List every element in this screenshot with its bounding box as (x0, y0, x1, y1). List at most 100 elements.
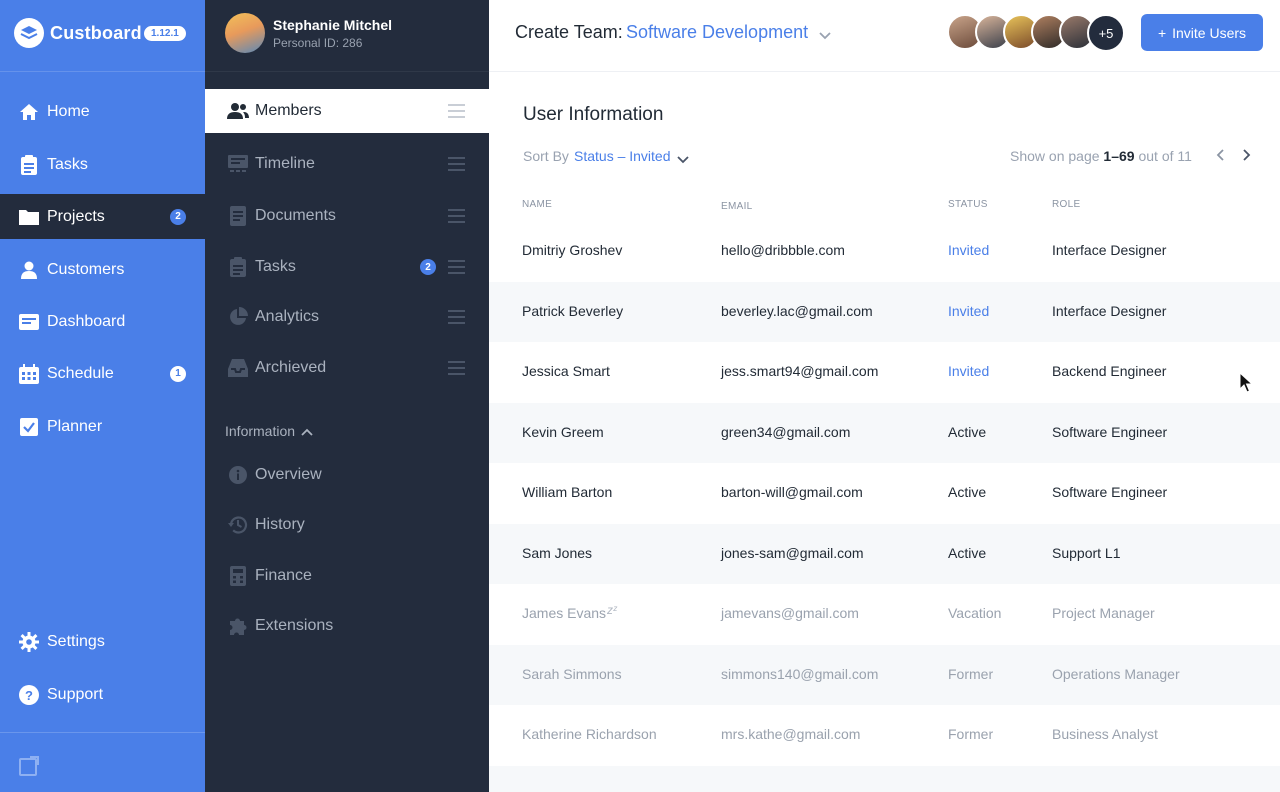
email-cell: jones-sam@gmail.com (721, 545, 864, 561)
status-cell: Invited (948, 363, 990, 379)
table-row[interactable] (489, 766, 1280, 792)
sidebar-item-tasks[interactable]: Tasks (0, 142, 205, 187)
sidebar-item-dashboard[interactable]: Dashboard (0, 299, 205, 344)
help-icon: ? (18, 684, 40, 706)
sidebar-item-label: Schedule (47, 364, 114, 382)
email-cell: green34@gmail.com (721, 424, 851, 440)
status-cell: Vacation (948, 605, 1002, 621)
user-name-cell: Kevin Greem (522, 424, 604, 440)
subnav-item-label: Finance (255, 567, 312, 584)
gear-icon (18, 631, 40, 653)
status-cell: Active (948, 484, 987, 500)
calculator-icon (227, 565, 249, 587)
information-section-toggle[interactable]: Information (225, 423, 313, 439)
sort-dropdown[interactable]: Status – Invited (574, 148, 671, 164)
role-cell: Interface Designer (1052, 242, 1167, 258)
mouse-cursor-icon (1239, 371, 1254, 394)
page-title: User Information (523, 104, 664, 125)
role-cell: Software Engineer (1052, 424, 1168, 440)
subnav-item-label: Documents (255, 207, 336, 224)
subnav-item-label: Timeline (255, 155, 315, 172)
count-badge: 2 (170, 208, 186, 225)
subnav-item-members[interactable]: Members (205, 89, 489, 133)
divider (0, 732, 205, 733)
column-header-role[interactable]: ROLE (1052, 199, 1080, 210)
table-row[interactable]: Sarah Simmons simmons140@gmail.com Forme… (489, 645, 1280, 705)
dashboard-icon (18, 311, 40, 333)
sort-label: Sort By (523, 148, 569, 164)
column-header-status[interactable]: STATUS (948, 199, 988, 210)
sidebar-item-schedule[interactable]: Schedule 1 (0, 351, 205, 396)
sidebar-item-home[interactable]: Home (0, 89, 205, 134)
drag-handle-icon[interactable] (448, 209, 465, 223)
sidebar-item-support[interactable]: ? Support (0, 672, 205, 717)
invite-users-button[interactable]: + Invite Users (1141, 14, 1263, 51)
subnav-item-analytics[interactable]: Analytics (205, 295, 489, 339)
user-name-cell: William Barton (522, 484, 613, 500)
count-badge: 2 (420, 259, 436, 275)
chevron-left-icon[interactable] (1216, 148, 1228, 162)
table-row[interactable]: William Barton barton-will@gmail.com Act… (489, 463, 1280, 523)
sidebar-item-planner[interactable]: Planner (0, 404, 205, 449)
user-name-cell: Sarah Simmons (522, 666, 622, 682)
team-selector[interactable]: Software Development (626, 22, 808, 43)
subnav-item-overview[interactable]: Overview (205, 455, 489, 495)
sleep-icon: zᶻ (607, 603, 617, 617)
subnav-item-archieved[interactable]: Archieved (205, 346, 489, 390)
drag-handle-icon[interactable] (448, 260, 465, 274)
column-header-email[interactable]: EMAIL (721, 201, 753, 212)
sidebar-item-customers[interactable]: Customers (0, 247, 205, 292)
avatar (225, 13, 265, 53)
user-card[interactable]: Stephanie Mitchel Personal ID: 286 (205, 0, 489, 72)
secondary-sidebar: Stephanie Mitchel Personal ID: 286 Membe… (205, 0, 489, 792)
sidebar-item-label: Planner (47, 417, 103, 435)
pagination-range: 1–69 (1103, 148, 1135, 164)
sidebar-item-label: Projects (47, 207, 105, 225)
chevron-right-icon[interactable] (1241, 148, 1253, 162)
version-badge: 1.12.1 (144, 26, 186, 41)
sidebar-item-settings[interactable]: Settings (0, 619, 205, 664)
pagination-info: Show on page 1–69 out of 11 (1010, 148, 1192, 164)
table-row[interactable]: Patrick Beverley beverley.lac@gmail.com … (489, 282, 1280, 342)
drag-handle-icon[interactable] (448, 310, 465, 324)
table-row[interactable]: Dmitriy Groshev hello@dribbble.com Invit… (489, 221, 1280, 281)
user-name-cell: Dmitriy Groshev (522, 242, 623, 258)
subnav-item-label: Analytics (255, 308, 320, 325)
column-header-name[interactable]: NAME (522, 199, 552, 210)
role-cell: Interface Designer (1052, 303, 1167, 319)
table-row[interactable]: Kevin Greem green34@gmail.com Active Sof… (489, 403, 1280, 463)
subnav-item-documents[interactable]: Documents (205, 194, 489, 238)
subnav-item-extensions[interactable]: Extensions (205, 606, 489, 646)
sidebar-item-projects[interactable]: Projects 2 (0, 194, 205, 239)
table-row[interactable]: Jessica Smart jess.smart94@gmail.com Inv… (489, 342, 1280, 402)
role-cell: Software Engineer (1052, 484, 1168, 500)
user-name-cell: Sam Jones (522, 545, 593, 561)
subnav-item-timeline[interactable]: Timeline (205, 142, 489, 186)
chevron-down-icon[interactable] (819, 27, 831, 45)
drag-handle-icon[interactable] (448, 104, 465, 118)
subnav-item-finance[interactable]: Finance (205, 556, 489, 596)
brand-name: Custboard (50, 23, 142, 43)
drag-handle-icon[interactable] (448, 361, 465, 375)
more-members-badge[interactable]: +5 (1087, 14, 1125, 52)
table-row[interactable]: Katherine Richardson mrs.kathe@gmail.com… (489, 705, 1280, 765)
subnav-item-tasks[interactable]: Tasks 2 (205, 245, 489, 289)
subnav-item-history[interactable]: History (205, 505, 489, 545)
sidebar-item-label: Home (47, 102, 90, 120)
main-content: User Information Sort By Status – Invite… (489, 73, 1280, 792)
table-row[interactable]: James Evans zᶻ jamevans@gmail.com Vacati… (489, 584, 1280, 644)
collapse-sidebar-icon[interactable] (18, 755, 40, 777)
members-icon (227, 100, 249, 122)
chevron-down-icon[interactable] (677, 151, 689, 169)
sidebar-item-label: Dashboard (47, 312, 126, 330)
table-row[interactable]: Sam Jones jones-sam@gmail.com Active Sup… (489, 524, 1280, 584)
role-cell: Project Manager (1052, 605, 1155, 621)
timeline-icon (227, 153, 249, 175)
sidebar-item-label: Customers (47, 260, 125, 278)
subnav-item-label: Extensions (255, 617, 334, 634)
status-cell: Active (948, 545, 987, 561)
section-title: Information (225, 423, 296, 439)
user-name-cell: Katherine Richardson (522, 726, 657, 742)
drag-handle-icon[interactable] (448, 157, 465, 171)
user-name-cell: Patrick Beverley (522, 303, 624, 319)
